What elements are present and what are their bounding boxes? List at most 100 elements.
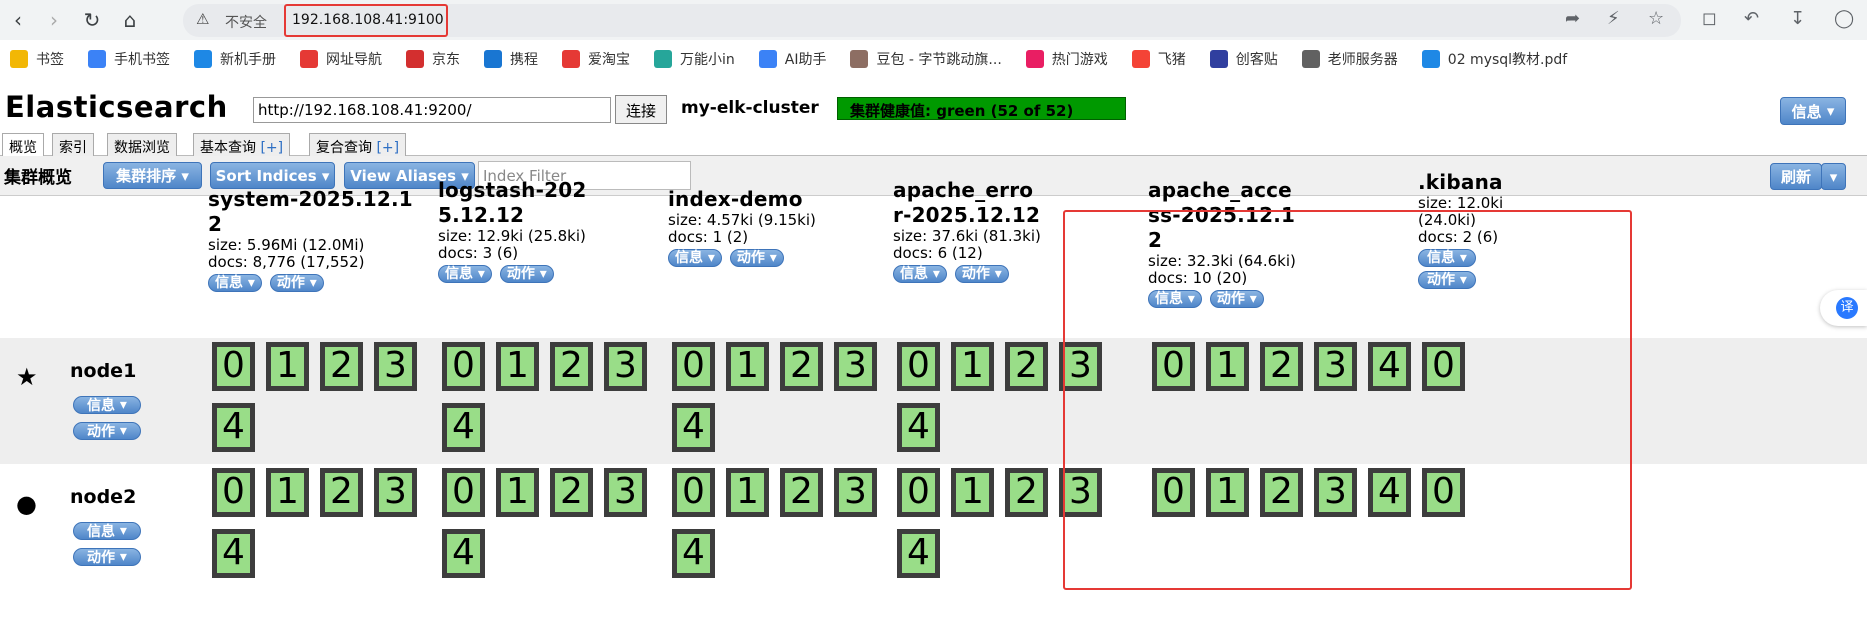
- bookmark-item[interactable]: AI助手: [758, 49, 826, 69]
- star-bookmark-icon[interactable]: ☆: [1648, 8, 1664, 29]
- bookmark-item[interactable]: 02 mysql教材.pdf: [1421, 49, 1567, 69]
- index-action-button[interactable]: 动作 ▾: [269, 274, 324, 292]
- shard-box[interactable]: 2: [320, 342, 363, 391]
- tab-indices[interactable]: 索引: [52, 133, 94, 156]
- lightning-icon[interactable]: ⚡: [1607, 8, 1620, 29]
- shard-box[interactable]: 0: [672, 342, 715, 391]
- sort-indices-button[interactable]: Sort Indices ▾: [210, 162, 335, 189]
- shard-box[interactable]: 0: [442, 468, 485, 517]
- shard-box[interactable]: 2: [320, 468, 363, 517]
- bookmark-item[interactable]: 爱淘宝: [562, 49, 630, 69]
- shard-box[interactable]: 1: [1206, 342, 1249, 391]
- refresh-interval-dropdown[interactable]: ▾: [1821, 163, 1846, 190]
- shard-box[interactable]: 4: [897, 529, 940, 578]
- profile-icon[interactable]: ◯: [1834, 8, 1854, 29]
- bookmark-item[interactable]: 书签: [10, 49, 64, 69]
- tab-basic-query[interactable]: 基本查询 [+]: [193, 133, 291, 156]
- bookmark-item[interactable]: 豆包 - 字节跳动旗...: [850, 49, 1002, 69]
- index-action-button[interactable]: 动作 ▾: [499, 265, 554, 283]
- shard-box[interactable]: 3: [1314, 468, 1357, 517]
- shard-box[interactable]: 0: [897, 342, 940, 391]
- bookmark-item[interactable]: 万能小in: [654, 49, 735, 69]
- shard-box[interactable]: 3: [1059, 342, 1102, 391]
- bookmark-item[interactable]: 京东: [406, 49, 460, 69]
- shard-box[interactable]: 3: [374, 468, 417, 517]
- undo-icon[interactable]: ↶: [1744, 8, 1759, 29]
- index-info-button[interactable]: 信息 ▾: [1418, 249, 1476, 267]
- shard-box[interactable]: 4: [672, 529, 715, 578]
- index-action-button[interactable]: 动作 ▾: [1418, 271, 1476, 289]
- shard-box[interactable]: 4: [442, 403, 485, 452]
- shard-box[interactable]: 2: [550, 468, 593, 517]
- shard-box[interactable]: 1: [951, 342, 994, 391]
- index-action-button[interactable]: 动作 ▾: [729, 249, 784, 267]
- shard-box[interactable]: 2: [780, 342, 823, 391]
- index-info-button[interactable]: 信息 ▾: [1148, 290, 1202, 308]
- shard-box[interactable]: 2: [780, 468, 823, 517]
- shard-box[interactable]: 1: [266, 468, 309, 517]
- forward-icon[interactable]: ›: [40, 6, 68, 34]
- shard-box[interactable]: 4: [212, 529, 255, 578]
- shard-box[interactable]: 2: [1005, 468, 1048, 517]
- shard-box[interactable]: 0: [212, 342, 255, 391]
- index-info-button[interactable]: 信息 ▾: [208, 274, 262, 292]
- shard-box[interactable]: 0: [212, 468, 255, 517]
- shard-box[interactable]: 0: [1152, 468, 1195, 517]
- shard-box[interactable]: 2: [550, 342, 593, 391]
- shard-box[interactable]: 3: [1059, 468, 1102, 517]
- shard-box[interactable]: 1: [496, 468, 539, 517]
- shard-box[interactable]: 4: [212, 403, 255, 452]
- index-info-button[interactable]: 信息 ▾: [893, 265, 947, 283]
- shard-box[interactable]: 2: [1260, 342, 1303, 391]
- bookmark-item[interactable]: 飞猪: [1131, 49, 1186, 69]
- shard-box[interactable]: 3: [834, 468, 877, 517]
- reload-icon[interactable]: ↻: [78, 6, 106, 34]
- shard-box[interactable]: 0: [1422, 342, 1465, 391]
- node-info-button[interactable]: 信息 ▾: [73, 396, 141, 414]
- index-action-button[interactable]: 动作 ▾: [954, 265, 1009, 283]
- shard-box[interactable]: 4: [897, 403, 940, 452]
- bookmark-item[interactable]: 新机手册: [194, 49, 276, 69]
- tab-browser[interactable]: 数据浏览: [107, 133, 177, 156]
- shard-box[interactable]: 1: [266, 342, 309, 391]
- shard-box[interactable]: 0: [442, 342, 485, 391]
- share-icon[interactable]: ➦: [1565, 8, 1580, 29]
- shard-box[interactable]: 3: [1314, 342, 1357, 391]
- node-info-button[interactable]: 信息 ▾: [73, 522, 141, 540]
- shard-box[interactable]: 2: [1005, 342, 1048, 391]
- bookmark-item[interactable]: 老师服务器: [1301, 49, 1398, 69]
- node-action-button[interactable]: 动作 ▾: [73, 548, 141, 566]
- index-action-button[interactable]: 动作 ▾: [1209, 290, 1264, 308]
- shard-box[interactable]: 0: [672, 468, 715, 517]
- index-info-button[interactable]: 信息 ▾: [438, 265, 492, 283]
- bookmark-item[interactable]: 网址导航: [300, 49, 382, 69]
- tab-overview[interactable]: 概览: [2, 133, 44, 157]
- shard-box[interactable]: 1: [726, 342, 769, 391]
- cluster-url-input[interactable]: http://192.168.108.41:9200/: [253, 97, 611, 123]
- bookmark-item[interactable]: 热门游戏: [1025, 49, 1108, 69]
- shard-box[interactable]: 4: [1368, 342, 1411, 391]
- shard-box[interactable]: 1: [951, 468, 994, 517]
- shard-box[interactable]: 0: [1422, 468, 1465, 517]
- bookmark-item[interactable]: 携程: [484, 49, 538, 69]
- shard-box[interactable]: 3: [834, 342, 877, 391]
- shard-box[interactable]: 4: [442, 529, 485, 578]
- shard-box[interactable]: 4: [672, 403, 715, 452]
- sort-cluster-button[interactable]: 集群排序 ▾: [103, 162, 202, 189]
- shard-box[interactable]: 4: [1368, 468, 1411, 517]
- shard-box[interactable]: 1: [496, 342, 539, 391]
- back-icon[interactable]: ‹: [4, 6, 32, 34]
- shard-box[interactable]: 1: [1206, 468, 1249, 517]
- node-action-button[interactable]: 动作 ▾: [73, 422, 141, 440]
- home-icon[interactable]: ⌂: [116, 6, 144, 34]
- url-text[interactable]: 192.168.108.41:9100: [284, 4, 448, 37]
- index-info-button[interactable]: 信息 ▾: [668, 249, 722, 267]
- shard-box[interactable]: 3: [604, 468, 647, 517]
- tab-compound-query[interactable]: 复合查询 [+]: [309, 133, 407, 156]
- bookmark-item[interactable]: 创客贴: [1209, 49, 1278, 69]
- bookmark-item[interactable]: 手机书签: [88, 49, 170, 69]
- shard-box[interactable]: 1: [726, 468, 769, 517]
- shard-box[interactable]: 0: [897, 468, 940, 517]
- shard-box[interactable]: 0: [1152, 342, 1195, 391]
- connect-button[interactable]: 连接: [615, 95, 667, 124]
